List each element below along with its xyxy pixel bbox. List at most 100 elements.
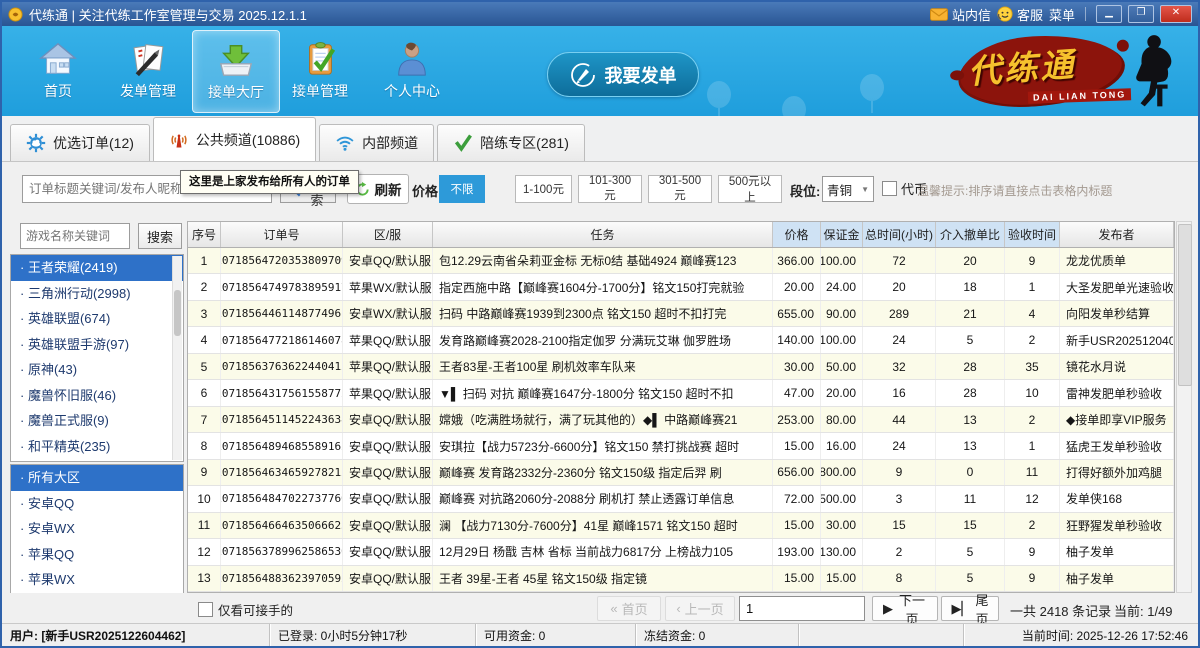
status-bar: 用户: [新手USR2025122604462] 已登录: 0小时5分钟17秒 … (2, 623, 1198, 647)
sidebar-game-item[interactable]: 魔兽怀旧服(46) (11, 383, 183, 409)
table-cell: 21 (936, 301, 1005, 326)
inbox-button[interactable]: 站内信 (930, 5, 991, 24)
sidebar-region-item[interactable]: 苹果WX (11, 567, 183, 593)
table-cell: 8 (863, 566, 936, 591)
tab-public-channel[interactable]: 公共频道(10886) (153, 117, 316, 161)
nav-item-order-hall[interactable]: 接单大厅 (192, 30, 280, 113)
tab-public-channel-label: 公共频道(10886) (196, 130, 300, 150)
lantern-decoration (707, 81, 731, 108)
support-button[interactable]: 客服 (997, 5, 1043, 24)
envelope-icon (930, 8, 948, 21)
column-header[interactable]: 区/服 (343, 222, 433, 247)
window-title: 代练通 | 关注代练工作室管理与交易 2025.12.1.1 (29, 5, 307, 24)
table-row[interactable]: 210718564749783895917苹果WX/默认服指定西施中路【巅峰赛1… (188, 274, 1174, 300)
tab-featured-orders[interactable]: 优选订单(12) (10, 124, 150, 161)
table-row[interactable]: 610718564317561558772苹果QQ/默认服▼▌ 扫码 对抗 巅峰… (188, 380, 1174, 406)
game-search-button[interactable]: 搜索 (138, 223, 182, 249)
table-row[interactable]: 1110718564664635066625安卓QQ/默认服澜 【战力7130分… (188, 513, 1174, 539)
sidebar-game-item[interactable]: 英雄联盟(674) (11, 306, 183, 332)
sidebar-region-item[interactable]: 苹果QQ (11, 542, 183, 568)
table-row[interactable]: 1210718563789962586530安卓QQ/默认服12月29日 杨戬 … (188, 539, 1174, 565)
nav-item-post-manage[interactable]: 发单管理 (105, 30, 191, 111)
table-cell: 发单侠168 (1060, 486, 1174, 511)
scrollbar-thumb[interactable] (1178, 224, 1192, 386)
column-header[interactable]: 价格 (773, 222, 821, 247)
table-row[interactable]: 910718564634659278212安卓QQ/默认服巅峰赛 发育路2332… (188, 460, 1174, 486)
table-cell: 安卓QQ/默认服 (343, 407, 433, 432)
tab-internal-channel[interactable]: 内部频道 (319, 124, 434, 161)
table-row[interactable]: 510718563763622440412苹果QQ/默认服王者83星-王者100… (188, 354, 1174, 380)
column-header[interactable]: 验收时间 (1005, 222, 1060, 247)
table-row[interactable]: 710718564511452243638安卓QQ/默认服嫦娥（吃满胜场就行，满… (188, 407, 1174, 433)
token-checkbox[interactable] (882, 181, 897, 196)
price-filter-500元以上[interactable]: 500元以上 (718, 175, 782, 203)
table-cell: 11 (936, 486, 1005, 511)
sidebar-game-item[interactable]: 魔兽正式服(9) (11, 408, 183, 434)
menu-label: 菜单 (1049, 5, 1075, 24)
price-filter-all[interactable]: 不限 (439, 175, 485, 203)
sidebar-region-item[interactable]: 安卓WX (11, 516, 183, 542)
status-frozen-funds: 冻结资金: 0 (636, 624, 799, 647)
sidebar-game-item[interactable]: 和平精英(235) (11, 434, 183, 460)
nav-item-post-manage-label: 发单管理 (120, 81, 176, 101)
sidebar-region-item[interactable]: 所有大区 (11, 465, 183, 491)
game-list-scrollbar[interactable] (172, 256, 182, 460)
sidebar-game-item[interactable]: 原神(43) (11, 357, 183, 383)
table-row[interactable]: 410718564772186146078苹果QQ/默认服发育路巅峰赛2028-… (188, 327, 1174, 353)
sidebar-game-item[interactable]: 英雄联盟手游(97) (11, 332, 183, 358)
sidebar-game-item[interactable]: 王者荣耀(2419) (11, 255, 183, 281)
tab-internal-channel-label: 内部频道 (362, 133, 418, 153)
post-order-button[interactable]: 我要发单 (547, 52, 699, 97)
page-number-input[interactable] (739, 596, 865, 621)
rank-select[interactable]: 青铜 ▼ (822, 176, 874, 202)
last-page-button[interactable]: ▶▏ 尾页 (941, 596, 999, 621)
nav-item-home-label: 首页 (44, 81, 72, 101)
nav-item-home[interactable]: 首页 (15, 30, 101, 111)
price-filter-101-300元[interactable]: 101-300元 (578, 175, 642, 203)
table-cell: 10718564883623970592 (221, 566, 343, 591)
prev-page-button[interactable]: ‹ 上一页 (665, 596, 735, 621)
column-header[interactable]: 总时间(小时) (863, 222, 936, 247)
only-available-checkbox[interactable] (198, 602, 213, 617)
table-row[interactable]: 1010718564847022737760安卓QQ/默认服巅峰赛 对抗路206… (188, 486, 1174, 512)
table-row[interactable]: 810718564894685589162安卓QQ/默认服安琪拉【战力5723分… (188, 433, 1174, 459)
scrollbar-thumb[interactable] (174, 290, 181, 336)
total-records-text: 一共 2418 条记录 (1010, 601, 1111, 620)
column-header[interactable]: 保证金 (821, 222, 863, 247)
table-cell: 18 (936, 274, 1005, 299)
tab-partner-zone[interactable]: 陪练专区(281) (437, 124, 585, 161)
column-header[interactable]: 发布者 (1060, 222, 1174, 247)
next-page-button[interactable]: ▶ 下一页 (872, 596, 938, 621)
column-header[interactable]: 介入撤单比 (936, 222, 1005, 247)
smiley-headset-icon (997, 6, 1013, 22)
table-cell: 8 (188, 433, 221, 458)
price-filter-1-100元[interactable]: 1-100元 (515, 175, 572, 203)
table-cell: 10718564847022737760 (221, 486, 343, 511)
column-header[interactable]: 序号 (188, 222, 221, 247)
price-filter-301-500元[interactable]: 301-500元 (648, 175, 712, 203)
game-search-input[interactable] (20, 223, 130, 249)
table-cell: 193.00 (773, 539, 821, 564)
nav-item-profile[interactable]: 个人中心 (369, 30, 455, 111)
first-page-button[interactable]: « 首页 (597, 596, 661, 621)
game-list: 王者荣耀(2419)三角洲行动(2998)英雄联盟(674)英雄联盟手游(97)… (10, 254, 184, 462)
minimize-button[interactable]: ▁ (1096, 5, 1122, 23)
maximize-button[interactable]: ❐ (1128, 5, 1154, 23)
nav-item-take-manage[interactable]: 接单管理 (277, 30, 363, 111)
close-button[interactable]: ✕ (1160, 5, 1192, 23)
table-row[interactable]: 310718564461148774961安卓WX/默认服扫码 中路巅峰赛193… (188, 301, 1174, 327)
sidebar-game-item[interactable]: 三角洲行动(2998) (11, 281, 183, 307)
table-row[interactable]: 1310718564883623970592安卓QQ/默认服王者 39星-王者 … (188, 566, 1174, 592)
chevron-down-icon: ▼ (861, 185, 869, 194)
table-scrollbar[interactable] (1176, 221, 1192, 593)
menu-button[interactable]: 菜单 (1049, 5, 1075, 24)
column-header[interactable]: 任务 (433, 222, 773, 247)
column-header[interactable]: 订单号 (221, 222, 343, 247)
table-cell: 20 (863, 274, 936, 299)
table-cell: 800.00 (821, 460, 863, 485)
nav-item-profile-label: 个人中心 (384, 81, 440, 101)
table-cell: 嫦娥（吃满胜场就行，满了玩其他的）◆▌ 中路巅峰赛21 (433, 407, 773, 432)
inbox-label: 站内信 (952, 5, 991, 24)
table-row[interactable]: 110718564720353809709安卓QQ/默认服包12.29云南省朵莉… (188, 248, 1174, 274)
sidebar-region-item[interactable]: 安卓QQ (11, 491, 183, 517)
